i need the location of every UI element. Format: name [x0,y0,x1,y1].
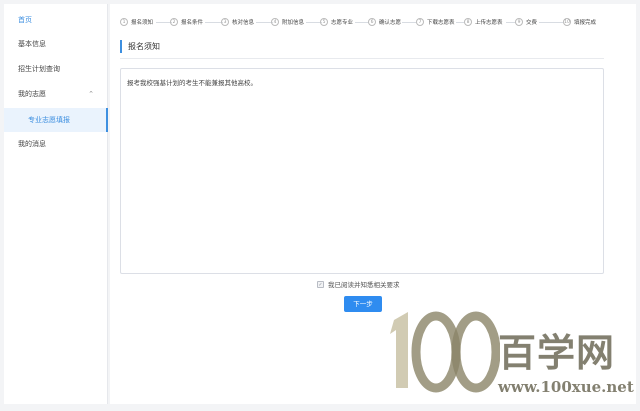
step-9: 9 交费 [515,16,537,28]
step-number: 6 [368,18,376,26]
step-4: 4 附加信息 [271,16,304,28]
step-8: 8 上传志愿表 [464,16,503,28]
sidebar-item-label: 专业志愿填报 [28,116,70,124]
sidebar-item-messages[interactable]: 我的消息 [4,132,108,156]
step-number: 1 [120,18,128,26]
step-label: 填报完成 [574,20,597,26]
notice-text: 报考我校强基计划的考生不能兼报其他高校。 [127,79,257,87]
sidebar-item-label: 我的志愿 [18,90,46,98]
next-step-button[interactable]: 下一步 [344,296,382,312]
step-number: 7 [416,18,424,26]
sidebar-item-label: 基本信息 [18,40,46,48]
step-label: 报名条件 [181,20,204,26]
sidebar-item-basic-info[interactable]: 基本信息 [4,32,108,56]
step-label: 核对信息 [232,20,255,26]
sidebar: 首页 基本信息 招生计划查询 我的志愿 ⌃ 专业志愿填报 我的消息 [4,4,108,404]
step-6: 6 确认志愿 [368,16,401,28]
watermark-url: www.100xue.net [498,378,634,396]
sidebar-item-enrollment-plan[interactable]: 招生计划查询 [4,57,108,81]
step-progress: 1 报名须知 2 报名条件 3 核对信息 4 附加信息 5 志愿专业 6 确认志… [118,16,612,28]
app-frame: 首页 基本信息 招生计划查询 我的志愿 ⌃ 专业志愿填报 我的消息 1 报名须知… [0,0,640,411]
step-number: 9 [515,18,523,26]
step-number: 8 [464,18,472,26]
sidebar-item-label: 招生计划查询 [18,65,60,73]
sidebar-item-label: 首页 [18,16,32,24]
step-connector [402,22,416,23]
step-label: 上传志愿表 [475,20,503,26]
step-1: 1 报名须知 [120,16,153,28]
section-divider [120,58,604,59]
step-number: 2 [170,18,178,26]
step-label: 报名须知 [131,20,154,26]
step-number: 4 [271,18,279,26]
step-number: 10 [563,18,571,26]
step-label: 交费 [526,20,538,26]
agreement-checkbox-row[interactable]: ✓ 我已阅读并知悉相关要求 [317,278,400,290]
sidebar-item-major-application[interactable]: 专业志愿填报 [4,108,108,132]
checkbox[interactable]: ✓ [317,280,324,288]
step-number: 5 [320,18,328,26]
step-label: 附加信息 [282,20,305,26]
step-connector [456,22,464,23]
chevron-up-icon: ⌃ [88,90,94,98]
sidebar-item-home[interactable]: 首页 [4,8,108,32]
step-5: 5 志愿专业 [320,16,353,28]
watermark-name: 百学网 [498,330,616,375]
step-7: 7 下载志愿表 [416,16,455,28]
step-connector [539,22,563,23]
step-connector [355,22,369,23]
agreement-label: 我已阅读并知悉相关要求 [328,281,400,289]
notice-box[interactable]: 报考我校强基计划的考生不能兼报其他高校。 [120,68,604,274]
watermark: 100 百学网 www.100xue.net [380,306,636,406]
step-10: 10 填报完成 [563,16,596,28]
step-label: 下载志愿表 [427,20,455,26]
sidebar-item-label: 我的消息 [18,140,46,148]
step-label: 确认志愿 [379,20,402,26]
sidebar-item-my-application[interactable]: 我的志愿 ⌃ [4,82,108,106]
step-3: 3 核对信息 [221,16,254,28]
step-label: 志愿专业 [331,20,354,26]
watermark-logo: 100 [390,311,501,393]
step-number: 3 [221,18,229,26]
step-2: 2 报名条件 [170,16,203,28]
section-title: 报名须知 [120,40,160,53]
